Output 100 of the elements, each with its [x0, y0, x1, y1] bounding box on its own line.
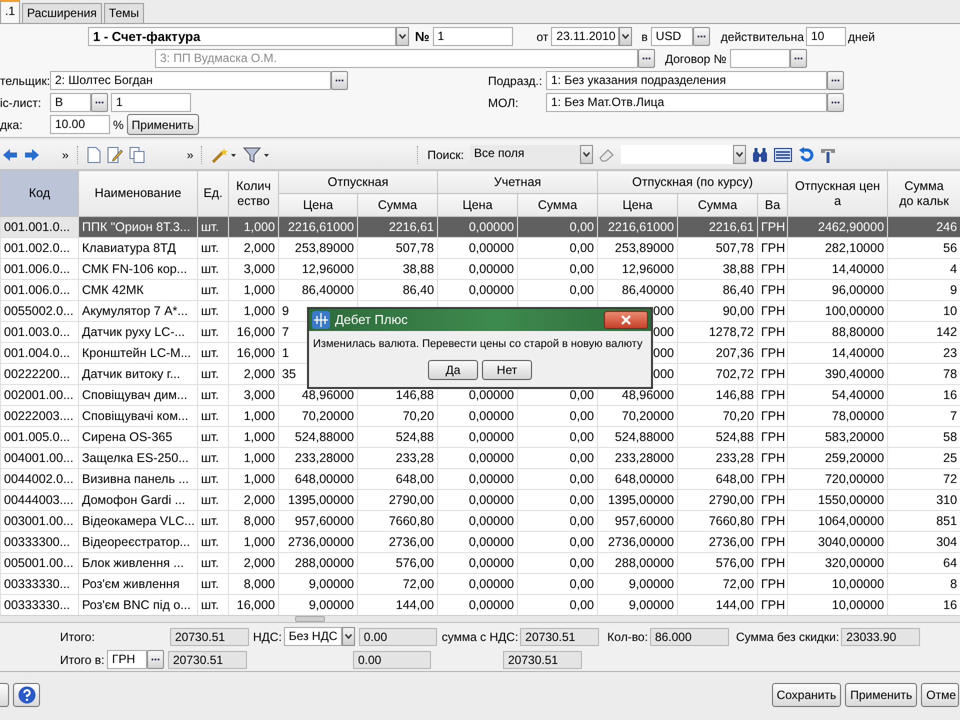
field-label: %	[113, 116, 124, 134]
column-header[interactable]: Код	[0, 170, 78, 216]
browse-button[interactable]	[147, 650, 164, 669]
wand-caret-icon[interactable]	[211, 146, 238, 162]
action-button[interactable]: Сохранить	[772, 683, 842, 707]
column-header[interactable]: Колич ество	[228, 170, 278, 216]
action-button[interactable]: Применить	[845, 683, 918, 707]
subdivision-field[interactable]: 1: Без указания подразделения	[546, 71, 827, 90]
column-header[interactable]: Наименование	[78, 170, 198, 216]
back-arrow-icon[interactable]	[2, 148, 18, 162]
table-cell: СМК FN-106 кор...	[78, 258, 198, 280]
payer-field[interactable]: 2: Шолтес Богдан	[50, 71, 331, 90]
currency-field[interactable]: ГРН	[107, 650, 147, 669]
table-cell: 957,60000	[598, 510, 678, 532]
browse-button[interactable]	[692, 27, 710, 46]
contract-field[interactable]	[730, 49, 790, 68]
apply-button[interactable]: Применить	[126, 114, 199, 135]
vat-select[interactable]: Без НДС	[284, 627, 342, 646]
scrollbar-thumb[interactable]	[295, 616, 325, 622]
table-cell: 001.002.0...	[0, 238, 78, 258]
table-cell: 0,00000	[438, 490, 518, 510]
dropdown-button[interactable]	[619, 27, 632, 46]
column-header[interactable]: Учетная	[438, 170, 598, 194]
column-header[interactable]: Отпускная (по курсу)	[598, 170, 788, 194]
ellipsis-icon	[794, 57, 803, 60]
tab[interactable]: Темы	[104, 3, 144, 23]
copy-icon[interactable]	[128, 146, 145, 162]
column-header[interactable]: Ед.	[198, 170, 228, 216]
dropdown-button[interactable]	[342, 627, 355, 646]
action-button[interactable]: Отме	[921, 683, 959, 707]
undo-icon[interactable]	[798, 146, 814, 162]
document-icon[interactable]	[86, 146, 101, 162]
table-cell: шт.	[198, 322, 228, 342]
overflow-mark[interactable]: »	[186, 146, 194, 164]
overflow-mark[interactable]: »	[62, 146, 69, 164]
side-button[interactable]	[0, 683, 9, 707]
date-field[interactable]: 23.11.2010	[551, 27, 620, 46]
table-cell: 8,000	[228, 510, 278, 532]
browse-button[interactable]	[638, 49, 655, 68]
table-cell: шт.	[198, 280, 228, 300]
filter-caret-icon[interactable]	[243, 146, 272, 162]
table-cell: 72,00	[678, 574, 758, 594]
table-cell: 0,00	[518, 468, 598, 490]
ellipsis-icon	[151, 658, 160, 661]
help-button[interactable]	[13, 683, 40, 707]
discount-field[interactable]: 10.00	[50, 115, 110, 134]
table-cell: 1,000	[228, 426, 278, 448]
eraser-icon[interactable]	[598, 148, 615, 162]
field-label: от	[536, 28, 548, 46]
forward-arrow-icon[interactable]	[24, 148, 40, 162]
tab[interactable]: .1	[0, 0, 20, 23]
dialog-button[interactable]: Нет	[482, 360, 532, 380]
close-button[interactable]	[604, 311, 648, 329]
search-field[interactable]	[620, 145, 733, 164]
browse-button[interactable]	[827, 71, 844, 90]
column-header[interactable]: Цена	[278, 194, 358, 216]
dropdown-button[interactable]	[732, 145, 746, 164]
price-list-field[interactable]: В	[50, 93, 91, 112]
column-header[interactable]: Сумма	[518, 194, 598, 216]
column-header[interactable]: Сумма	[358, 194, 438, 216]
dialog-button[interactable]: Да	[428, 360, 478, 380]
column-header[interactable]: Цена	[438, 194, 518, 216]
mol-field[interactable]: 1: Без Мат.Отв.Лица	[546, 93, 827, 112]
list-icon[interactable]	[774, 148, 792, 162]
table-cell: 233,28	[358, 448, 438, 468]
table-cell: 0,00000	[438, 216, 518, 238]
table-cell: 282,10000	[788, 238, 888, 258]
table-cell: ГРН	[758, 510, 788, 532]
table-cell: шт.	[198, 384, 228, 406]
edit-document-icon[interactable]	[106, 146, 123, 162]
currency-field[interactable]: USD	[650, 27, 693, 46]
browse-button[interactable]	[91, 93, 108, 112]
column-header[interactable]: Отпускная цен а	[788, 170, 888, 216]
horizontal-scrollbar[interactable]	[0, 615, 960, 622]
days-field[interactable]: 10	[806, 27, 846, 46]
column-header[interactable]: Сумма	[678, 194, 758, 216]
dropdown-button[interactable]	[580, 145, 593, 164]
dropdown-button[interactable]	[396, 27, 409, 46]
table-cell: ППК "Орион 8Т.3...	[78, 216, 198, 238]
table-cell: 1064,00000	[788, 510, 888, 532]
table-cell: ГРН	[758, 552, 788, 574]
table-cell: 233,28	[678, 448, 758, 468]
column-header[interactable]: Отпускная	[278, 170, 438, 194]
column-header[interactable]: Ва	[758, 194, 788, 216]
table-cell: 2,000	[228, 490, 278, 510]
table-cell: 38,88	[358, 258, 438, 280]
document-type-select[interactable]: 1 - Счет-фактура	[88, 27, 396, 46]
binoculars-icon[interactable]	[752, 146, 768, 162]
table-cell: 1,000	[228, 468, 278, 490]
column-header[interactable]: Сумма до кальк	[888, 170, 960, 216]
table-cell: 0,00	[518, 258, 598, 280]
number-field[interactable]: 1	[432, 27, 512, 46]
browse-button[interactable]	[790, 49, 807, 68]
column-header[interactable]: Цена	[598, 194, 678, 216]
table-cell: 12,96000	[278, 258, 358, 280]
tab[interactable]: Расширения	[22, 3, 102, 23]
field-label: действительна	[720, 28, 804, 46]
price-list-number-field[interactable]: 1	[111, 93, 191, 112]
browse-button[interactable]	[827, 93, 844, 112]
browse-button[interactable]	[331, 71, 348, 90]
